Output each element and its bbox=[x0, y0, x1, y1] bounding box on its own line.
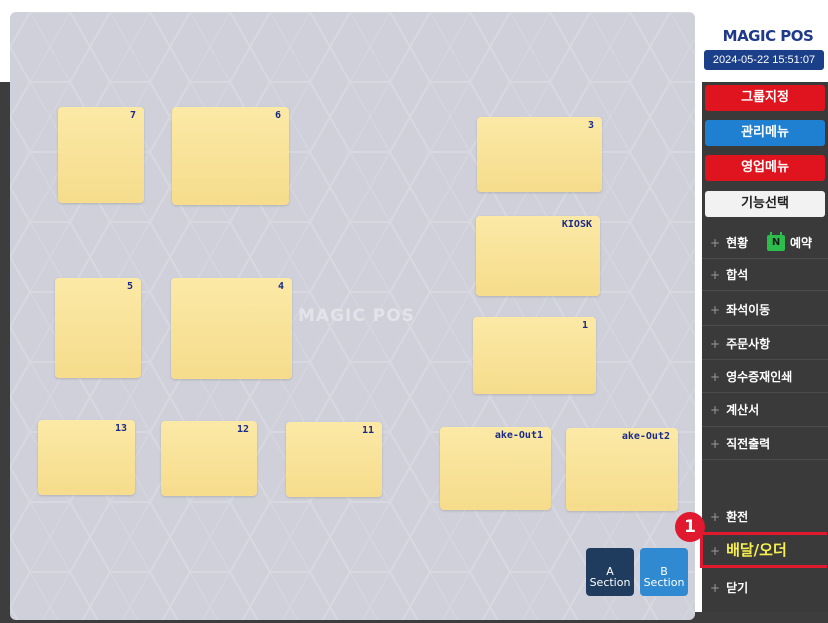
table-label: 6 bbox=[274, 110, 281, 121]
divider bbox=[702, 325, 828, 326]
menu-item-delivery-order[interactable]: + 배달/오더 bbox=[710, 538, 787, 562]
table-1[interactable]: 1 bbox=[473, 317, 596, 394]
plus-icon: + bbox=[710, 268, 721, 282]
menu-item-status[interactable]: + 현황 bbox=[710, 233, 748, 253]
table-label: 3 bbox=[587, 120, 594, 131]
divider bbox=[702, 258, 828, 259]
menu-item-reprint-last[interactable]: + 직전출력 bbox=[710, 434, 770, 454]
menu-item-bill[interactable]: + 계산서 bbox=[710, 400, 759, 420]
frame-left-edge bbox=[0, 82, 10, 623]
table-label: 13 bbox=[114, 423, 127, 434]
table-label: 5 bbox=[126, 281, 133, 292]
menu-item-order-notes[interactable]: + 주문사항 bbox=[710, 334, 770, 354]
menu-item-share-table[interactable]: + 합석 bbox=[710, 265, 748, 285]
menu-item-close[interactable]: + 닫기 bbox=[710, 578, 748, 598]
section-b-button[interactable]: B Section bbox=[640, 548, 688, 596]
table-label: ake-Out1 bbox=[494, 430, 543, 441]
plus-icon: + bbox=[710, 581, 721, 595]
menu-item-label: 계산서 bbox=[726, 403, 760, 417]
admin-menu-button[interactable]: 관리메뉴 bbox=[705, 120, 825, 146]
menu-item-label: 좌석이동 bbox=[726, 303, 771, 317]
plus-icon: + bbox=[710, 544, 721, 558]
plus-icon: + bbox=[710, 437, 721, 451]
table-label: 12 bbox=[236, 424, 249, 435]
menu-item-label: 현황 bbox=[726, 236, 749, 250]
table-7[interactable]: 7 bbox=[58, 107, 144, 203]
step-marker-badge: 1 bbox=[675, 512, 705, 542]
table-4[interactable]: 4 bbox=[171, 278, 292, 379]
table-label: 4 bbox=[277, 281, 284, 292]
menu-item-label: 합석 bbox=[726, 268, 749, 282]
table-13[interactable]: 13 bbox=[38, 420, 135, 495]
plus-icon: + bbox=[710, 510, 721, 524]
naver-reservation-icon[interactable]: N bbox=[767, 232, 785, 251]
menu-item-label: 닫기 bbox=[726, 581, 749, 595]
table-label: 11 bbox=[361, 425, 374, 436]
divider bbox=[702, 359, 828, 360]
divider bbox=[702, 290, 828, 291]
datetime-display: 2024-05-22 15:51:07 bbox=[704, 50, 824, 70]
menu-item-label: 영수증재인쇄 bbox=[726, 370, 793, 384]
menu-item-label: 배달/오더 bbox=[726, 541, 787, 559]
table-take-out-2[interactable]: ake-Out2 bbox=[566, 428, 678, 511]
table-5[interactable]: 5 bbox=[55, 278, 141, 378]
watermark-logo: MAGIC POS bbox=[298, 306, 415, 326]
section-a-word: Section bbox=[589, 576, 631, 589]
table-label: 7 bbox=[129, 110, 136, 121]
reservation-link[interactable]: 예약 bbox=[790, 233, 812, 253]
sales-menu-button[interactable]: 영업메뉴 bbox=[705, 155, 825, 181]
plus-icon: + bbox=[710, 403, 721, 417]
plus-icon: + bbox=[710, 303, 721, 317]
plus-icon: + bbox=[710, 236, 721, 250]
table-12[interactable]: 12 bbox=[161, 421, 257, 496]
divider bbox=[702, 426, 828, 427]
group-assign-button[interactable]: 그룹지정 bbox=[705, 85, 825, 111]
function-select-button[interactable]: 기능선택 bbox=[705, 191, 825, 217]
plus-icon: + bbox=[710, 370, 721, 384]
table-11[interactable]: 11 bbox=[286, 422, 382, 497]
brand-logo: MAGIC POS bbox=[722, 27, 814, 45]
table-kiosk[interactable]: KIOSK bbox=[476, 216, 600, 296]
menu-item-label: 주문사항 bbox=[726, 337, 771, 351]
divider bbox=[702, 392, 828, 393]
table-3[interactable]: 3 bbox=[477, 117, 602, 192]
menu-item-move-seat[interactable]: + 좌석이동 bbox=[710, 300, 770, 320]
table-6[interactable]: 6 bbox=[172, 107, 289, 205]
table-take-out-1[interactable]: ake-Out1 bbox=[440, 427, 551, 510]
menu-item-reprint-receipt[interactable]: + 영수증재인쇄 bbox=[710, 367, 792, 387]
table-label: 1 bbox=[581, 320, 588, 331]
section-b-word: Section bbox=[643, 576, 685, 589]
table-label: KIOSK bbox=[561, 219, 592, 230]
table-label: ake-Out2 bbox=[621, 431, 670, 442]
section-a-button[interactable]: A Section bbox=[586, 548, 634, 596]
menu-item-exchange[interactable]: + 환전 bbox=[710, 507, 748, 527]
floor-plan: MAGIC POS 7 6 3 KIOSK 5 4 1 13 12 11 ake… bbox=[10, 12, 695, 620]
divider bbox=[702, 459, 828, 460]
plus-icon: + bbox=[710, 337, 721, 351]
menu-item-label: 직전출력 bbox=[726, 437, 771, 451]
menu-item-label: 환전 bbox=[726, 510, 749, 524]
